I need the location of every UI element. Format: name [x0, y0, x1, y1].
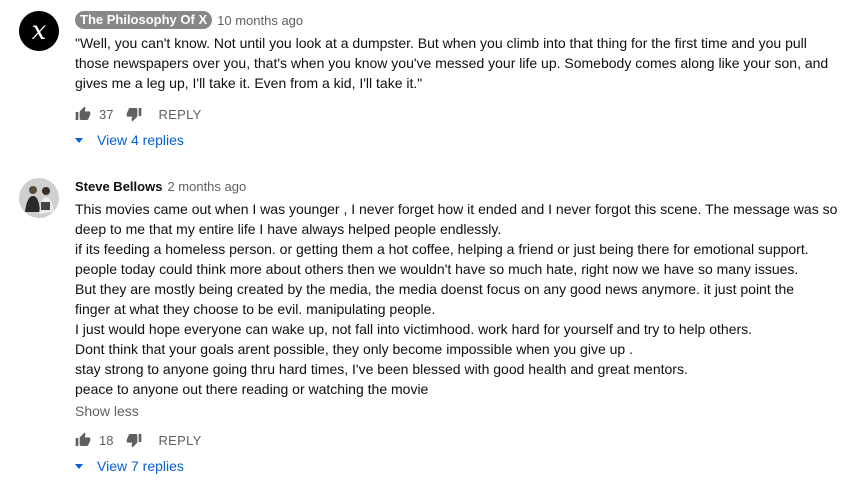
- view-replies-button[interactable]: View 4 replies: [75, 132, 184, 148]
- comment-line: gives me a leg up, I'll take it. Even fr…: [75, 75, 423, 91]
- show-less-button[interactable]: Show less: [75, 403, 139, 419]
- comment-line: those newspapers over you, that's when y…: [75, 55, 829, 71]
- caret-down-icon: [75, 137, 83, 143]
- author-name[interactable]: The Philosophy Of X: [75, 11, 213, 29]
- avatar[interactable]: [19, 178, 59, 218]
- comment-actions: 18 REPLY: [75, 430, 202, 450]
- timestamp[interactable]: 10 months ago: [217, 13, 303, 28]
- view-replies-label: View 4 replies: [97, 132, 184, 148]
- like-count: 18: [99, 432, 114, 448]
- comment-line: stay strong to anyone going thru hard ti…: [75, 361, 688, 377]
- view-replies-label: View 7 replies: [97, 458, 184, 474]
- x-logo-icon: x: [19, 11, 59, 51]
- thumb-up-icon[interactable]: [75, 106, 91, 122]
- author-name[interactable]: Steve Bellows: [75, 179, 162, 194]
- comment-text: This movies came out when I was younger …: [75, 199, 850, 399]
- comment-line: if its feeding a homeless person. or get…: [75, 241, 809, 257]
- reply-button[interactable]: REPLY: [158, 433, 201, 448]
- author-row: The Philosophy Of X 10 months ago: [75, 11, 303, 29]
- comment-line: finger at what they choose to be evil. m…: [75, 301, 436, 317]
- comment-line: This movies came out when I was younger …: [75, 201, 838, 217]
- comment-text: "Well, you can't know. Not until you loo…: [75, 33, 850, 93]
- svg-text:x: x: [32, 16, 47, 46]
- comment-line: peace to anyone out there reading or wat…: [75, 381, 429, 397]
- profile-photo-icon: [19, 178, 59, 218]
- comment-line: "Well, you can't know. Not until you loo…: [75, 35, 807, 51]
- view-replies-button[interactable]: View 7 replies: [75, 458, 184, 474]
- comment-line: But they are mostly being created by the…: [75, 281, 795, 297]
- like-count: 37: [99, 106, 114, 122]
- author-row: Steve Bellows 2 months ago: [75, 179, 246, 194]
- comment-line: people today could think more about othe…: [75, 261, 799, 277]
- timestamp[interactable]: 2 months ago: [167, 179, 246, 194]
- caret-down-icon: [75, 463, 83, 469]
- comment-line: Dont think that your goals arent possibl…: [75, 341, 633, 357]
- comment-line: I just would hope everyone can wake up, …: [75, 321, 753, 337]
- thumb-down-icon[interactable]: [126, 106, 142, 122]
- avatar[interactable]: x: [19, 11, 59, 51]
- reply-button[interactable]: REPLY: [158, 107, 201, 122]
- comment-actions: 37 REPLY: [75, 104, 202, 124]
- comment-line: deep to me that my entire life I have al…: [75, 221, 502, 237]
- thumb-up-icon[interactable]: [75, 432, 91, 448]
- thumb-down-icon[interactable]: [126, 432, 142, 448]
